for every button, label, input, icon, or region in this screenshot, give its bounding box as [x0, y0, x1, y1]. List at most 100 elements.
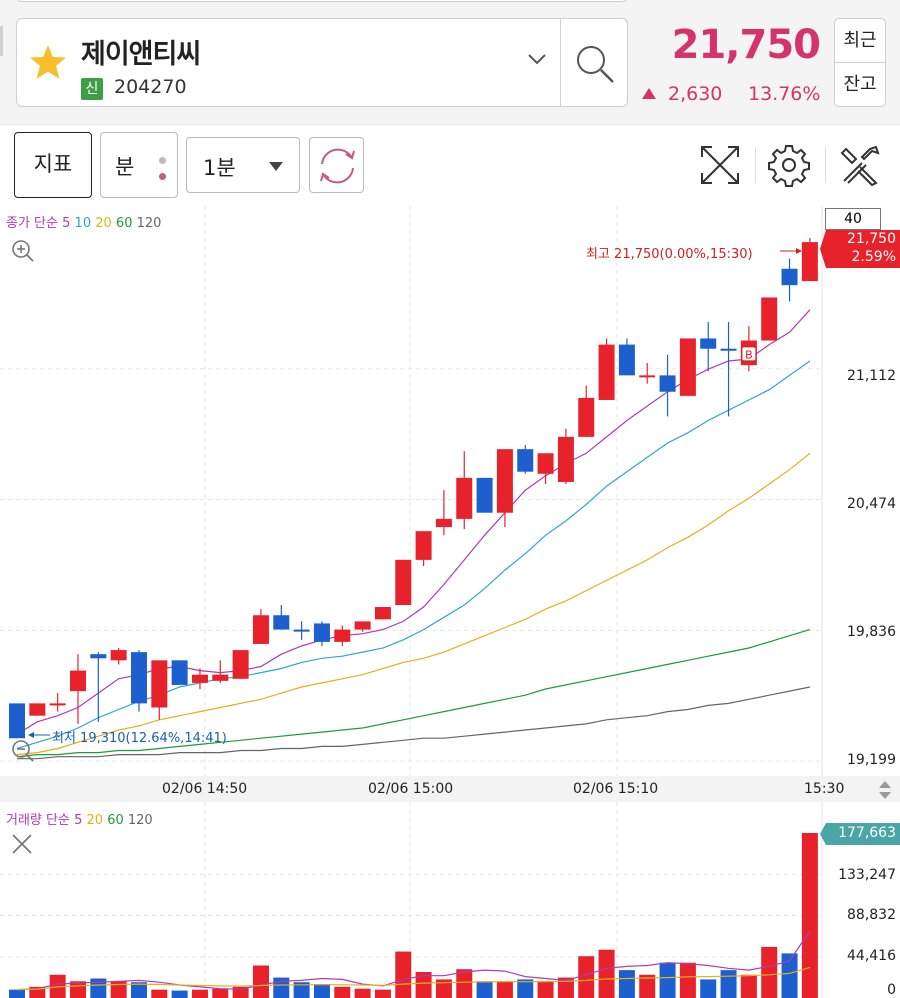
favorite-star-icon[interactable]: [28, 42, 68, 82]
recent-button[interactable]: 최근: [835, 19, 885, 63]
refresh-icon: [320, 148, 355, 184]
candle-body: [700, 338, 717, 349]
candle-body: [69, 670, 86, 692]
volume-bar: [191, 989, 208, 998]
candle-body: [517, 449, 534, 472]
candle-body: [618, 344, 635, 376]
volume-bar: [618, 970, 635, 998]
left-edge-marker: [0, 26, 3, 56]
stock-code: 204270: [114, 76, 187, 98]
candle-body: [293, 629, 310, 632]
up-arrow-icon: [642, 88, 656, 99]
volume-y-tick: 88,832: [847, 907, 896, 923]
candle-body: [29, 703, 46, 716]
candle-body: [232, 650, 249, 679]
candle-body: [801, 242, 818, 282]
chevron-down-icon[interactable]: [527, 52, 547, 66]
candle-body: [415, 531, 432, 560]
high-marker-arrow: [796, 248, 802, 254]
volume-bar: [9, 989, 25, 998]
candle-body: [252, 615, 269, 644]
y-tick: 19,199: [847, 752, 896, 768]
volume-bar: [659, 962, 676, 998]
candle-body: [191, 674, 208, 683]
candle-body: [395, 559, 412, 605]
candle-body: [679, 338, 696, 396]
interval-type-label: 분: [115, 155, 135, 179]
search-divider: [560, 18, 561, 107]
indicator-button[interactable]: 지표: [14, 132, 92, 198]
candle-body: [313, 623, 330, 642]
y-tick: 21,112: [847, 368, 896, 384]
side-buttons: 최근 잔고: [834, 18, 886, 107]
candle-body: [171, 660, 188, 685]
volume-bar: [578, 956, 595, 998]
candle-body: [354, 621, 371, 630]
previous-panel-edge: [16, 0, 628, 2]
interval-type-button[interactable]: 분: [100, 132, 178, 198]
volume-bar: [700, 979, 717, 998]
x-tick: 02/06 15:00: [368, 781, 454, 797]
search-icon[interactable]: [573, 42, 617, 86]
volume-bar: [171, 990, 188, 998]
zoom-in-icon[interactable]: [10, 238, 36, 264]
tools-icon[interactable]: [838, 143, 882, 187]
price-change: 2,630: [668, 83, 723, 105]
candle-body: [781, 268, 798, 286]
buy-marker-label: B: [745, 348, 753, 361]
candle-body: [273, 615, 290, 630]
volume-bar: [679, 962, 696, 998]
volume-bar: [598, 949, 615, 998]
stock-name: 제이앤티씨: [81, 39, 201, 70]
volume-y-tick: 0: [887, 982, 896, 998]
interval-select[interactable]: 1분: [186, 137, 300, 193]
volume-bar: [496, 981, 513, 998]
low-label: 최저 19,310(12.64%,14:41): [52, 731, 227, 746]
interval-value: 1분: [203, 156, 236, 180]
candle-body: [151, 660, 168, 708]
credit-badge: 신: [81, 78, 103, 100]
volume-bar: [761, 946, 778, 998]
candle-body: [456, 477, 473, 519]
candle-body: [578, 397, 595, 437]
stock-chart-screen: { "header": { "stock_name": "제이앤티씨", "cr…: [0, 0, 900, 998]
volume-bar: [374, 989, 391, 998]
candle-body: [761, 297, 778, 341]
y-tick: 19,836: [847, 624, 896, 640]
y-tick: 20,474: [847, 496, 896, 512]
candle-body: [720, 348, 737, 351]
x-tick: 02/06 14:50: [162, 781, 248, 797]
volume-y-tick: 133,247: [838, 867, 896, 883]
volume-bar: [151, 989, 168, 998]
volume-current-tag: 177,663: [838, 825, 896, 841]
scroll-updown-icon[interactable]: [877, 779, 893, 801]
candle-body: [496, 449, 513, 513]
candle-body: [476, 477, 493, 513]
candle-body: [49, 703, 66, 706]
zoom-out-icon[interactable]: [10, 738, 36, 764]
volume-bar: [537, 981, 554, 998]
candle-body: [659, 375, 676, 392]
candle-body: [90, 654, 107, 659]
volume-bar: [313, 984, 330, 998]
candle-body: [374, 607, 391, 620]
expand-icon[interactable]: [698, 143, 742, 187]
refresh-button[interactable]: [309, 137, 364, 193]
candle-body: [334, 629, 351, 642]
balance-button[interactable]: 잔고: [835, 63, 885, 107]
volume-chart[interactable]: [0, 802, 900, 998]
volume-bar: [720, 970, 737, 998]
candle-body: [435, 518, 452, 528]
toolbar-divider: [825, 147, 826, 183]
candle-body: [110, 650, 127, 661]
candle-body: [639, 375, 656, 378]
gear-icon[interactable]: [767, 143, 811, 187]
volume-y-tick: 44,416: [847, 948, 896, 964]
dot-icon: [159, 157, 166, 164]
candle-body: [598, 344, 615, 400]
price-chart[interactable]: B: [0, 206, 900, 776]
candle-body: [212, 674, 229, 681]
volume-bar: [395, 951, 412, 998]
chart-toolbar: 지표 분 1분: [0, 124, 900, 206]
volume-bar: [212, 988, 229, 998]
